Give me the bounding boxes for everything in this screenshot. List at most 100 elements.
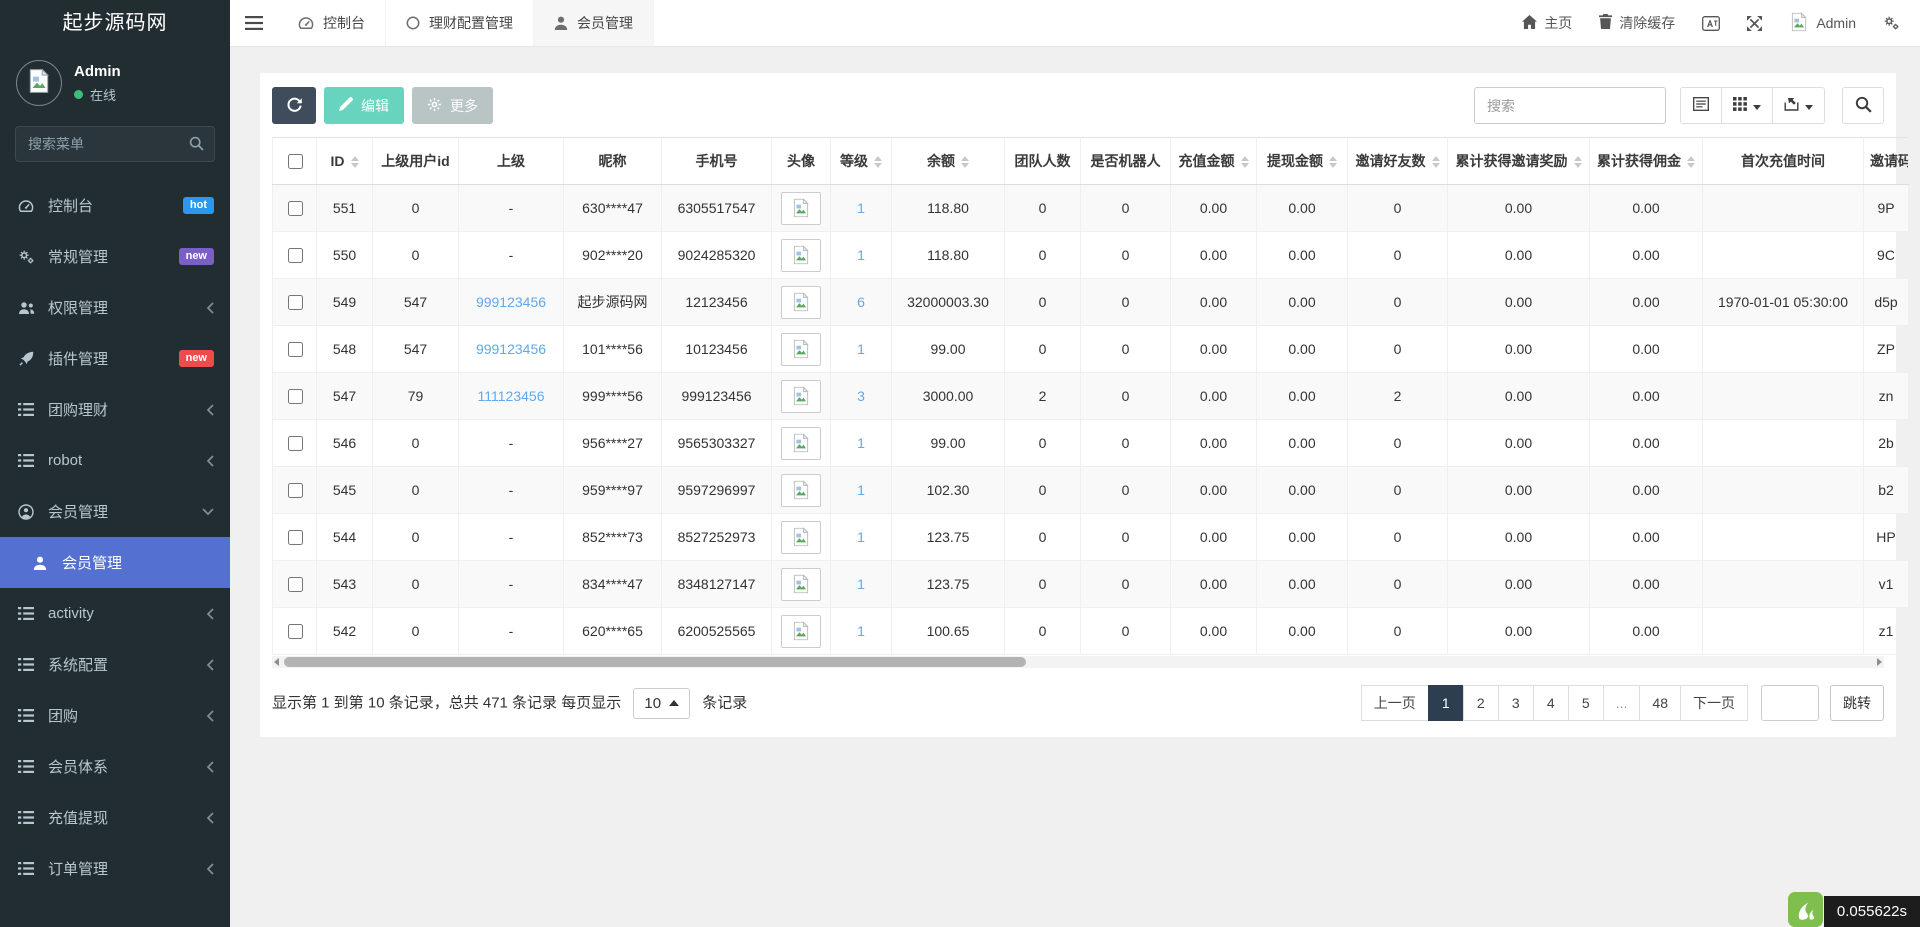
sidebar-item-addon[interactable]: 插件管理new <box>0 333 230 384</box>
tab-finance-config[interactable]: 理财配置管理 <box>386 0 534 46</box>
sidebar-item-member-management-sub[interactable]: 会员管理 <box>0 537 230 588</box>
sidebar-item-auth[interactable]: 权限管理 <box>0 282 230 333</box>
detail-view-button[interactable] <box>1680 87 1722 124</box>
page-current[interactable]: 1 <box>1428 685 1464 721</box>
sort-icon[interactable] <box>351 156 359 168</box>
sort-icon[interactable] <box>1329 156 1337 168</box>
level-link[interactable]: 3 <box>857 388 865 404</box>
horizontal-scrollbar[interactable] <box>272 656 1884 668</box>
avatar-image[interactable] <box>781 286 821 319</box>
row-checkbox[interactable] <box>288 436 303 451</box>
export-button[interactable] <box>1772 87 1825 124</box>
row-checkbox[interactable] <box>288 624 303 639</box>
column-invite_reward[interactable]: 累计获得邀请奖励 <box>1448 138 1590 185</box>
column-balance[interactable]: 余额 <box>892 138 1005 185</box>
row-checkbox[interactable] <box>288 577 303 592</box>
settings-gear-icon[interactable] <box>1883 15 1900 31</box>
avatar-image[interactable] <box>781 239 821 272</box>
sort-icon[interactable] <box>961 156 969 168</box>
avatar-image[interactable] <box>781 380 821 413</box>
column-withdraw[interactable]: 提现金额 <box>1257 138 1348 185</box>
language-icon[interactable] <box>1702 16 1720 31</box>
avatar-image[interactable] <box>781 427 821 460</box>
column-id[interactable]: ID <box>317 138 373 185</box>
table-search-input[interactable] <box>1474 87 1666 124</box>
refresh-button[interactable] <box>272 87 316 124</box>
column-commission[interactable]: 累计获得佣金 <box>1590 138 1703 185</box>
sidebar-item-member-system[interactable]: 会员体系 <box>0 741 230 792</box>
parent-link[interactable]: 111123456 <box>478 388 545 404</box>
scrollbar-thumb[interactable] <box>284 657 1026 667</box>
column-invites[interactable]: 邀请好友数 <box>1348 138 1448 185</box>
edit-button[interactable]: 编辑 <box>324 87 404 124</box>
row-checkbox[interactable] <box>288 483 303 498</box>
row-checkbox[interactable] <box>288 389 303 404</box>
sort-icon[interactable] <box>1687 156 1695 168</box>
more-button[interactable]: 更多 <box>412 87 493 124</box>
sidebar-item-groupbuy-finance[interactable]: 团购理财 <box>0 384 230 435</box>
page-button[interactable]: 5 <box>1568 685 1604 721</box>
page-button[interactable]: 上一页 <box>1361 685 1429 721</box>
parent-link[interactable]: 999123456 <box>476 294 546 310</box>
per-page-select[interactable]: 10 <box>633 688 690 719</box>
sort-icon[interactable] <box>1432 156 1440 168</box>
sidebar-item-recharge-withdraw[interactable]: 充值提现 <box>0 792 230 843</box>
sidebar-item-general[interactable]: 常规管理new <box>0 231 230 282</box>
sidebar-search-input[interactable] <box>15 126 215 162</box>
level-link[interactable]: 1 <box>857 576 865 592</box>
level-link[interactable]: 1 <box>857 247 865 263</box>
fullscreen-icon[interactable] <box>1747 16 1762 31</box>
scroll-left-arrow-icon[interactable] <box>274 658 279 666</box>
sidebar-item-member-management[interactable]: 会员管理 <box>0 486 230 537</box>
row-checkbox[interactable] <box>288 248 303 263</box>
search-icon[interactable] <box>189 136 204 156</box>
select-all-checkbox[interactable] <box>288 154 303 169</box>
avatar-image[interactable] <box>781 192 821 225</box>
level-link[interactable]: 1 <box>857 200 865 216</box>
level-link[interactable]: 1 <box>857 529 865 545</box>
level-link[interactable]: 6 <box>857 294 865 310</box>
sort-icon[interactable] <box>874 156 882 168</box>
scroll-right-arrow-icon[interactable] <box>1877 658 1882 666</box>
page-jump-button[interactable]: 跳转 <box>1830 685 1884 721</box>
avatar-image[interactable] <box>781 615 821 648</box>
page-button[interactable]: 4 <box>1533 685 1569 721</box>
page-button[interactable]: 48 <box>1639 685 1681 721</box>
row-checkbox[interactable] <box>288 530 303 545</box>
hamburger-icon[interactable] <box>230 0 278 46</box>
row-checkbox[interactable] <box>288 342 303 357</box>
sidebar-item-groupbuy[interactable]: 团购 <box>0 690 230 741</box>
avatar-image[interactable] <box>781 474 821 507</box>
sidebar-item-order-management[interactable]: 订单管理 <box>0 843 230 894</box>
level-link[interactable]: 1 <box>857 435 865 451</box>
row-checkbox[interactable] <box>288 201 303 216</box>
sidebar-item-system-config[interactable]: 系统配置 <box>0 639 230 690</box>
sidebar-item-robot[interactable]: robot <box>0 435 230 486</box>
parent-link[interactable]: 999123456 <box>476 341 546 357</box>
admin-user-menu[interactable]: Admin <box>1789 12 1856 35</box>
sort-icon[interactable] <box>1574 156 1582 168</box>
page-button[interactable]: 3 <box>1498 685 1534 721</box>
sidebar-item-console[interactable]: 控制台hot <box>0 180 230 231</box>
row-checkbox[interactable] <box>288 295 303 310</box>
column-level[interactable]: 等级 <box>831 138 892 185</box>
avatar-image[interactable] <box>781 521 821 554</box>
avatar-image[interactable] <box>781 333 821 366</box>
level-link[interactable]: 1 <box>857 623 865 639</box>
page-jump-input[interactable] <box>1761 685 1819 721</box>
column-recharge[interactable]: 充值金额 <box>1171 138 1257 185</box>
search-button[interactable] <box>1842 87 1884 124</box>
page-button[interactable]: 下一页 <box>1680 685 1748 721</box>
tab-member-management[interactable]: 会员管理 <box>534 0 654 46</box>
page-button[interactable]: 2 <box>1463 685 1499 721</box>
sort-icon[interactable] <box>1241 156 1249 168</box>
app-logo[interactable]: 起步源码网 <box>0 0 230 47</box>
columns-button[interactable] <box>1721 87 1773 124</box>
level-link[interactable]: 1 <box>857 341 865 357</box>
home-link[interactable]: 主页 <box>1522 13 1572 33</box>
avatar-image[interactable] <box>781 568 821 601</box>
sidebar-item-activity[interactable]: activity <box>0 588 230 639</box>
tab-console[interactable]: 控制台 <box>278 0 386 46</box>
clear-cache-link[interactable]: 清除缓存 <box>1599 13 1675 33</box>
level-link[interactable]: 1 <box>857 482 865 498</box>
